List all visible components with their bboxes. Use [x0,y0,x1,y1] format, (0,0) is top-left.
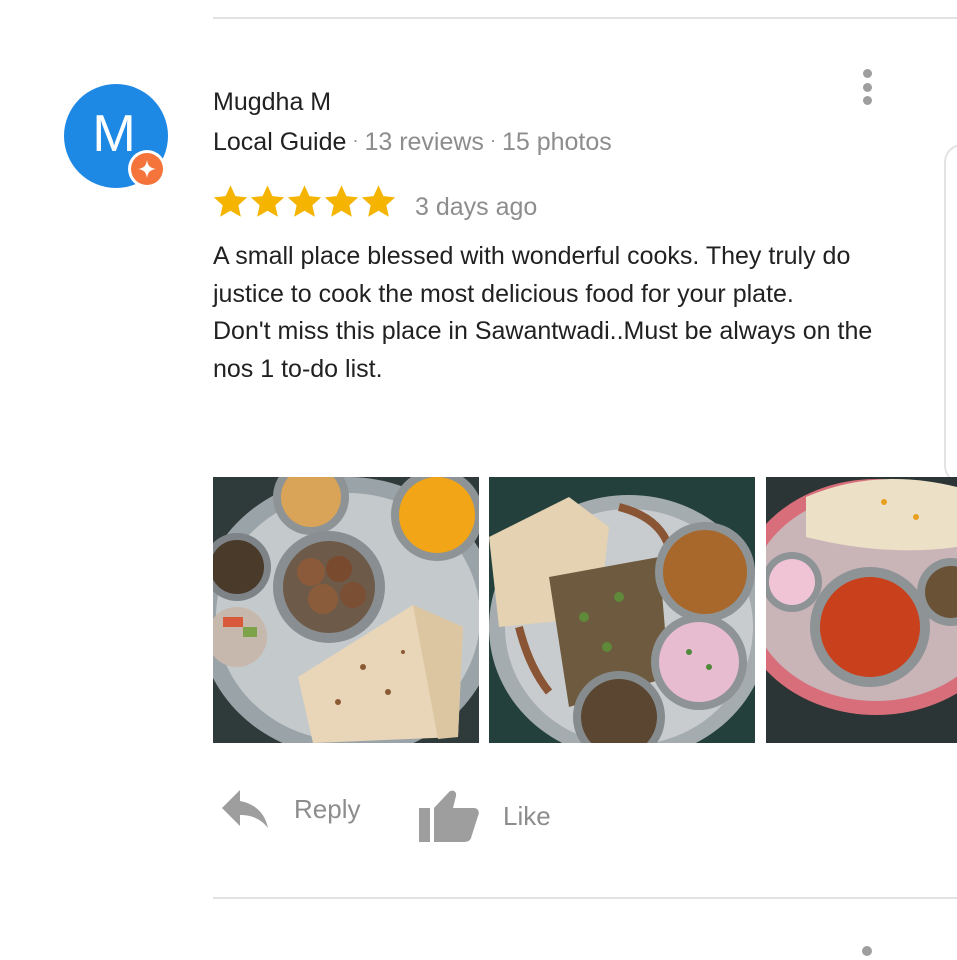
meta-separator: · [352,130,359,150]
more-options-button[interactable] [852,66,882,108]
more-dot-icon [862,69,872,78]
author-meta: Local Guide · 13 reviews · 15 photos [213,128,612,157]
top-divider [213,17,957,19]
thumbs-up-icon [419,790,479,842]
review-text: A small place blessed with wonderful coo… [213,238,913,388]
star-icon [324,185,359,217]
side-panel-edge [944,144,957,484]
star-icon [213,185,248,217]
bottom-divider [213,897,957,899]
review-photo[interactable] [489,477,755,743]
reply-arrow-icon [222,790,268,828]
like-button[interactable]: Like [419,788,551,844]
review-paragraph: Don't miss this place in Sawantwadi..Mus… [213,317,873,383]
author-role: Local Guide [213,128,347,156]
avatar-letter: M [92,105,136,163]
more-dot-icon [862,82,872,92]
review-paragraph: A small place blessed with wonderful coo… [213,242,851,308]
star-icon [250,185,285,217]
like-label: Like [503,800,551,831]
review-photo[interactable] [213,477,479,743]
next-more-options-icon[interactable] [862,946,872,956]
review-count: 13 reviews [364,128,484,156]
star-rating [212,183,397,220]
reply-button[interactable]: Reply [220,788,360,830]
review-time: 3 days ago [415,193,538,221]
author-name[interactable]: Mugdha M [213,88,331,117]
photo-count: 15 photos [501,128,612,156]
more-dot-icon [862,96,872,105]
reply-label: Reply [294,793,361,824]
local-guide-badge-icon [128,150,166,188]
star-icon [287,185,322,217]
review-photo[interactable] [766,477,957,743]
star-icon [361,185,396,217]
meta-separator: · [489,130,496,150]
